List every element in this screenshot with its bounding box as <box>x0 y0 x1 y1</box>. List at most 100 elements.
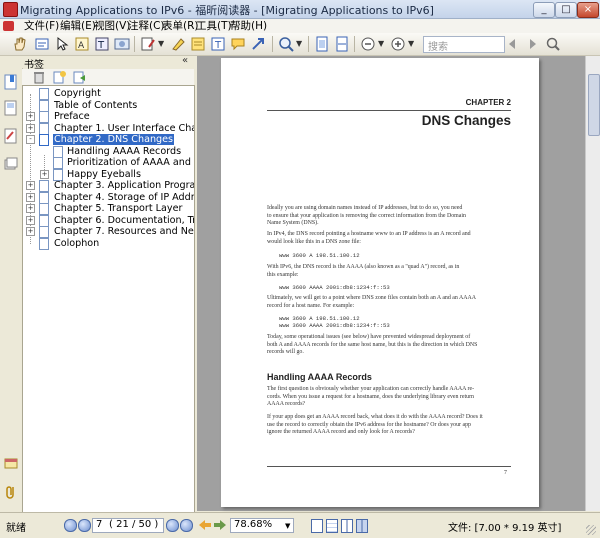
search-next-icon[interactable] <box>525 36 541 52</box>
code-line: www 3600 A 198.51.100.12 <box>279 252 360 259</box>
arrow-line-icon[interactable] <box>250 36 266 52</box>
body-line: AAAA records? <box>267 401 306 407</box>
page-count: ( 21 / 50 ) <box>109 519 159 530</box>
expand-icon[interactable]: + <box>26 192 35 202</box>
bookmark-label: Handling AAAA Records <box>67 145 182 157</box>
app-icon <box>3 2 18 17</box>
fit-width-icon[interactable] <box>334 36 350 52</box>
chevron-down-icon[interactable]: ▼ <box>296 39 302 48</box>
expand-icon[interactable]: + <box>26 181 35 190</box>
layers-panel-icon[interactable] <box>4 156 18 172</box>
status-text: 就绪 <box>6 523 26 534</box>
bookmark-icon <box>39 226 49 238</box>
body-line: records will go. <box>267 349 304 355</box>
new-bookmark-icon[interactable] <box>52 70 66 84</box>
single-page-icon[interactable] <box>311 519 323 533</box>
panel-collapse-button[interactable]: « <box>182 55 188 66</box>
code-line: www 3600 AAAA 2001:db8:1234:f::53 <box>279 284 390 291</box>
delete-bookmark-icon[interactable] <box>32 70 46 84</box>
continuous-facing-icon[interactable] <box>356 519 368 533</box>
bookmark-label: Preface <box>54 111 90 122</box>
arrow-select-icon[interactable] <box>54 36 70 52</box>
annotation-icon[interactable] <box>140 36 156 52</box>
callout-icon[interactable] <box>230 36 246 52</box>
search-prev-icon[interactable] <box>505 36 521 52</box>
prev-page-button[interactable] <box>78 519 91 532</box>
bookmark-icon <box>39 134 49 146</box>
chevron-down-icon[interactable]: ▼ <box>378 39 384 48</box>
menu-file[interactable]: 文件(F) <box>22 19 61 33</box>
toolbar-separator <box>354 36 355 52</box>
code-line: www 3600 AAAA 2001:db8:1234:f::53 <box>279 322 390 329</box>
forward-arrow-icon[interactable] <box>214 520 226 530</box>
text-tool-icon[interactable]: T <box>94 36 110 52</box>
svg-text:A: A <box>78 41 85 51</box>
search-placeholder: 搜索 <box>428 42 448 53</box>
thumbnail-panel-icon[interactable] <box>4 100 18 116</box>
note-icon[interactable] <box>190 36 206 52</box>
typewriter-icon[interactable]: T <box>210 36 226 52</box>
chevron-down-icon[interactable]: ▼ <box>158 39 164 48</box>
body-line: this example: <box>267 271 299 278</box>
expand-bookmark-icon[interactable] <box>72 70 86 84</box>
chapter-label: CHAPTER 2 <box>465 98 511 107</box>
next-page-button[interactable] <box>166 519 179 532</box>
select-text-icon[interactable] <box>34 36 50 52</box>
expand-icon[interactable]: + <box>26 123 35 133</box>
hand-tool-icon[interactable] <box>12 36 28 52</box>
body-line: Name System (DNS). <box>267 220 319 226</box>
scrollbar-thumb[interactable] <box>588 74 600 136</box>
body-line: The first question is obviously whether … <box>267 386 475 392</box>
zoom-icon[interactable] <box>278 36 294 52</box>
close-button[interactable]: × <box>577 2 599 18</box>
attachment-icon[interactable] <box>4 484 18 500</box>
first-page-button[interactable] <box>64 519 77 532</box>
zoom-select[interactable]: 78.68% ▼ <box>230 518 294 533</box>
expand-icon[interactable]: + <box>26 204 35 213</box>
search-input[interactable]: 搜索 <box>423 36 505 53</box>
snapshot-icon[interactable]: A <box>74 36 90 52</box>
highlight-icon[interactable] <box>170 36 186 52</box>
zoom-out-icon[interactable] <box>360 36 376 52</box>
bookmark-tree: Copyright Table of Contents + Preface + … <box>22 85 195 513</box>
section-heading: Handling AAAA Records <box>267 372 372 382</box>
expand-icon[interactable]: + <box>26 112 35 121</box>
body-line: ignore the returned AAAA record and only… <box>267 429 415 435</box>
header-rule <box>267 110 511 111</box>
bookmark-toolbar <box>22 69 194 85</box>
toolbar-separator <box>134 36 135 52</box>
bookmark-icon <box>53 157 63 169</box>
annotation-panel-icon[interactable] <box>4 128 18 144</box>
bookmark-icon <box>39 88 49 100</box>
bookmark-label: Chapter 2. DNS Changes <box>53 134 175 145</box>
bookmark-label: Chapter 3. Application Programming Inter… <box>54 180 195 191</box>
facing-page-icon[interactable] <box>341 519 353 533</box>
bookmark-icon <box>39 191 49 204</box>
expand-icon[interactable]: + <box>40 169 49 179</box>
vertical-scrollbar[interactable] <box>585 56 600 511</box>
bookmark-panel-icon[interactable] <box>4 74 18 90</box>
minimize-button[interactable]: _ <box>533 2 555 18</box>
back-arrow-icon[interactable] <box>199 520 211 530</box>
last-page-button[interactable] <box>180 519 193 532</box>
expand-icon[interactable]: + <box>26 227 35 236</box>
page-number-input[interactable]: 7 ( 21 / 50 ) <box>92 518 164 533</box>
expand-icon[interactable]: + <box>26 215 35 225</box>
chevron-down-icon[interactable]: ▼ <box>408 39 414 48</box>
doc-icon <box>3 21 14 31</box>
bookmark-label: Happy Eyeballs <box>67 168 141 180</box>
bookmark-icon <box>39 111 49 123</box>
page-number: 7 <box>504 470 507 476</box>
bookmark-label: Prioritization of AAAA and A Records <box>67 157 194 168</box>
fit-page-icon[interactable] <box>314 36 330 52</box>
search-icon[interactable] <box>545 36 561 52</box>
resize-grip[interactable] <box>586 525 596 535</box>
image-tool-icon[interactable] <box>114 36 130 52</box>
comments-panel-icon[interactable] <box>4 456 18 472</box>
menu-help[interactable]: 帮助(H) <box>228 19 269 33</box>
collapse-icon[interactable]: - <box>26 135 35 144</box>
maximize-button[interactable]: □ <box>555 2 577 18</box>
zoom-in-icon[interactable] <box>390 36 406 52</box>
footer-rule <box>267 466 511 467</box>
continuous-page-icon[interactable] <box>326 519 338 533</box>
